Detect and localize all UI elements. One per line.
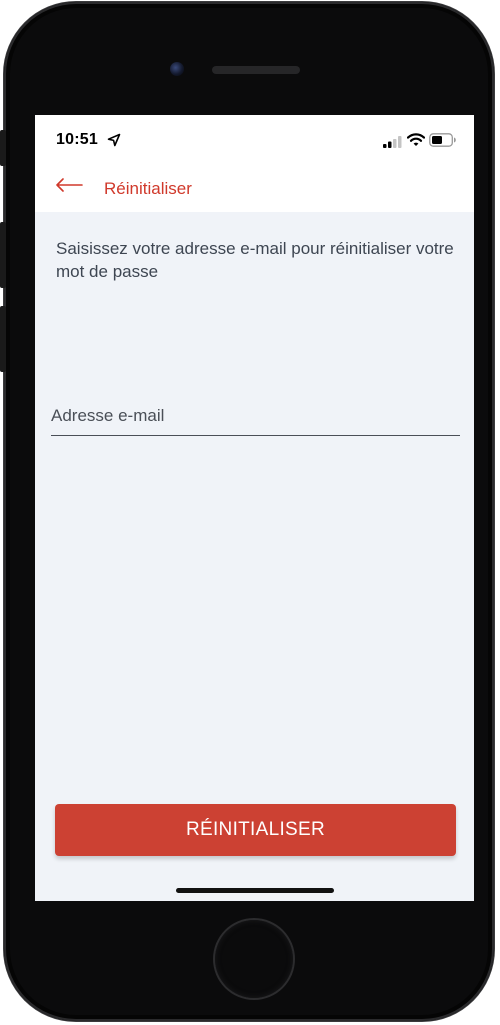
back-button[interactable]	[49, 169, 89, 201]
status-bar: 10:51	[35, 115, 474, 159]
email-field[interactable]	[51, 400, 460, 436]
phone-frame: 10:51 Réinitialiser Saisissez votre adre…	[0, 2, 494, 1021]
wifi-icon	[406, 133, 426, 147]
front-camera	[170, 62, 184, 76]
reset-button[interactable]: RÉINITIALISER	[55, 804, 456, 856]
earpiece-speaker	[212, 66, 300, 74]
cellular-signal-icon	[383, 135, 403, 148]
arrow-left-icon	[56, 178, 83, 192]
screen: 10:51 Réinitialiser Saisissez votre adre…	[35, 115, 474, 901]
silent-switch	[0, 130, 6, 166]
status-time: 10:51	[56, 131, 98, 148]
home-indicator	[176, 888, 334, 893]
volume-down-button	[0, 306, 6, 372]
instructions-text: Saisissez votre adresse e-mail pour réin…	[56, 239, 454, 281]
battery-icon	[429, 133, 457, 147]
location-arrow-icon	[107, 133, 121, 147]
volume-up-button	[0, 222, 6, 288]
page-title: Réinitialiser	[104, 179, 192, 198]
home-button[interactable]	[215, 920, 293, 998]
app-bar: Réinitialiser	[35, 159, 474, 212]
